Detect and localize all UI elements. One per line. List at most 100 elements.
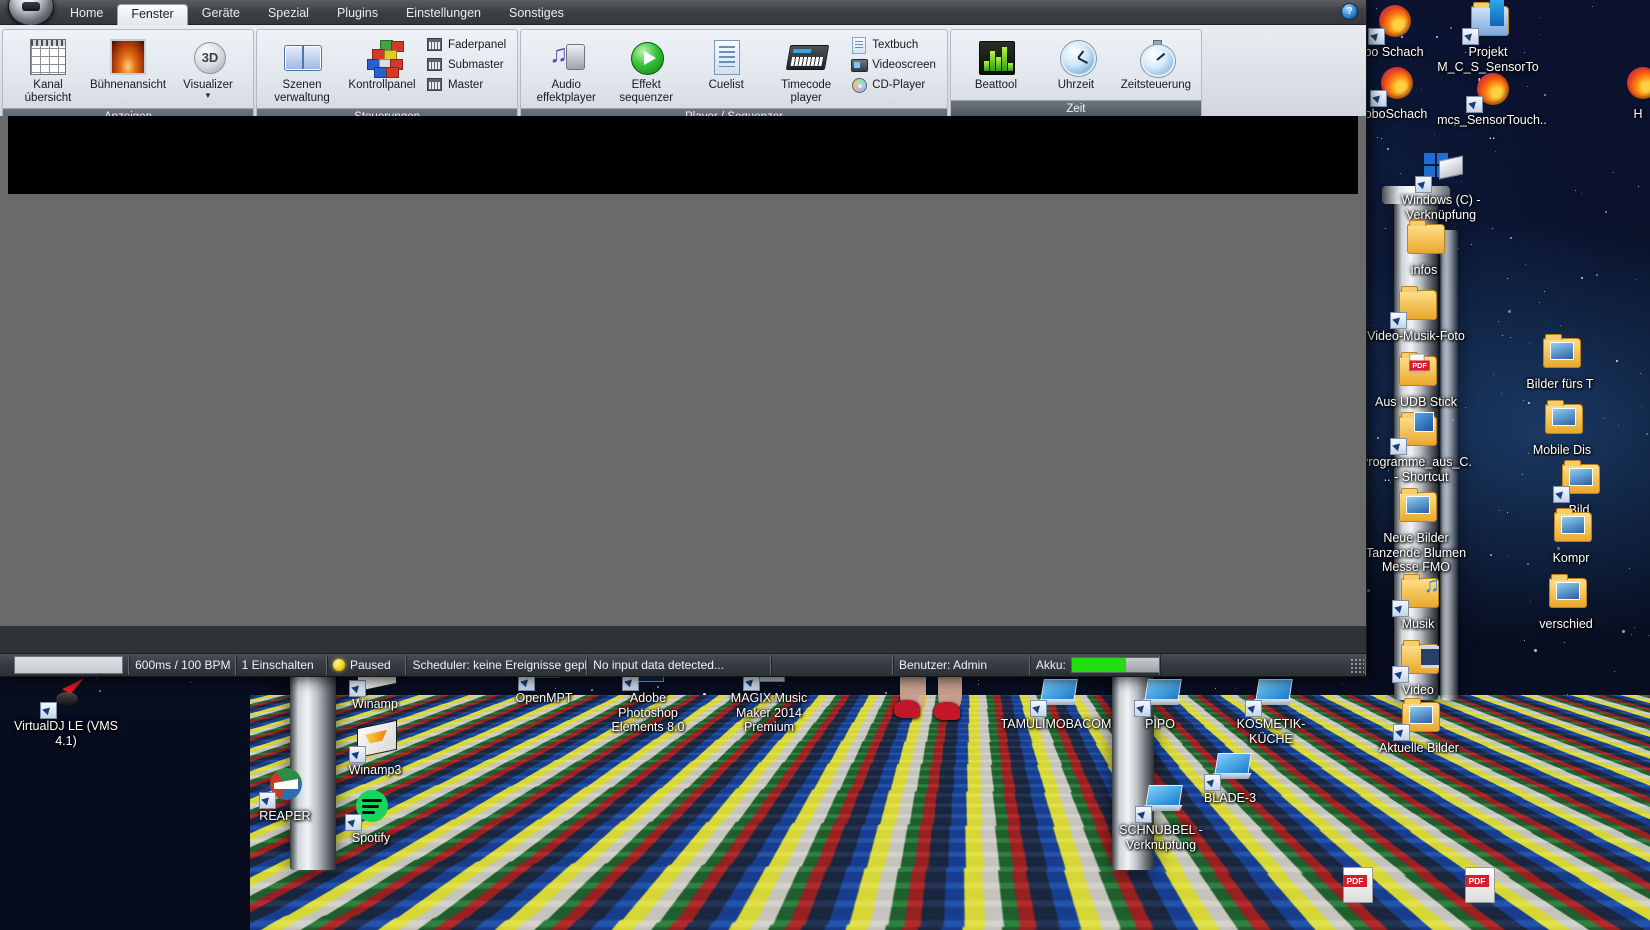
desktop-icon-label: KOSMETIK-KÜCHE bbox=[1216, 717, 1326, 746]
desktop-icon-bilder-fürs-t[interactable]: Bilder fürs T bbox=[1500, 332, 1620, 392]
desktop-icon-label: Winamp bbox=[330, 697, 420, 712]
desktop-icon-infos[interactable]: infos bbox=[1378, 218, 1470, 278]
desktop-icon-virtualdj-le-vms-4-1[interactable]: VirtualDJ LE (VMS 4.1) bbox=[14, 674, 118, 748]
application-window[interactable]: HomeFensterGeräteSpezialPluginsEinstellu… bbox=[0, 0, 1366, 676]
desktop-icon-kosmetik-küche[interactable]: KOSMETIK-KÜCHE bbox=[1216, 672, 1326, 746]
desktop-icon-windows-c-verknüpfung[interactable]: Windows (C) - Verknüpfung bbox=[1392, 148, 1490, 222]
wallpaper-shoe-b bbox=[934, 702, 960, 720]
ribbon-tab-home[interactable]: Home bbox=[56, 3, 117, 24]
folderimg-icon bbox=[1547, 506, 1595, 550]
folderimg-icon bbox=[1392, 486, 1440, 530]
ribbon-button-label: Beattool bbox=[975, 79, 1017, 92]
ribbon-tab-plugins[interactable]: Plugins bbox=[323, 3, 392, 24]
ribbon-button-label: CD-Player bbox=[872, 79, 925, 91]
desktop-icon-label: Spotify bbox=[326, 831, 416, 846]
ribbon-button-effekt-sequenzer[interactable]: Effekt sequenzer bbox=[608, 34, 684, 108]
desktop-icon-schnubbel-verknüpfung[interactable]: SCHNUBBEL - Verknüpfung bbox=[1114, 778, 1208, 852]
green-play-icon bbox=[626, 37, 666, 77]
status-scene[interactable]: 1 Einschalten bbox=[236, 655, 327, 675]
desktop-icon-reaper[interactable]: REAPER bbox=[242, 764, 328, 824]
ribbon-button-timecode-player[interactable]: Timecode player bbox=[768, 34, 844, 108]
desktop-icon-kompr[interactable]: Kompr bbox=[1516, 506, 1626, 566]
desktop-icon-item-33[interactable] bbox=[1452, 862, 1506, 907]
status-spacer[interactable] bbox=[771, 655, 893, 675]
ribbon-button-label: Kanal úbersicht bbox=[25, 79, 72, 105]
desktop-icon-video-musik-foto[interactable]: Video-Musik-Foto bbox=[1362, 284, 1470, 344]
ribbon-button-faderpanel[interactable]: Faderpanel bbox=[424, 36, 510, 53]
ribbon-button-kanal-bersicht[interactable]: Kanal úbersicht bbox=[10, 34, 86, 108]
ribbon-tab-fenster[interactable]: Fenster bbox=[117, 4, 187, 25]
ribbon-tab-strip[interactable]: HomeFensterGeräteSpezialPluginsEinstellu… bbox=[0, 0, 1366, 25]
desktop-icon-label: Aktuelle Bilder bbox=[1370, 741, 1468, 756]
shortcut-arrow-icon bbox=[1134, 700, 1151, 717]
folderpdf-icon bbox=[1392, 350, 1440, 394]
ribbon-button-bühnenansicht[interactable]: Bühnenansicht bbox=[90, 34, 166, 95]
ribbon-tab-sonstiges[interactable]: Sonstiges bbox=[495, 3, 578, 24]
status-tempo[interactable]: 600ms / 100 BPM bbox=[129, 655, 236, 675]
spotify-icon bbox=[347, 786, 395, 830]
shortcut-arrow-icon bbox=[1553, 486, 1570, 503]
ribbon-button-zeitsteuerung[interactable]: Zeitsteuerung bbox=[1118, 34, 1194, 95]
status-progress-bar bbox=[0, 655, 129, 675]
status-user[interactable]: Benutzer: Admin bbox=[893, 655, 1030, 675]
desktop-icon-h[interactable]: H bbox=[1618, 62, 1650, 122]
desktop-icon-neue-bilder-tanzende-blumen-messe-fmo[interactable]: Neue Bilder Tanzende Blumen Messe FMO bbox=[1358, 486, 1474, 575]
status-input[interactable]: No input data detected... bbox=[587, 655, 771, 675]
shortcut-arrow-icon bbox=[349, 746, 366, 763]
desktop-icon-label: Programme_aus_C... - Shortcut bbox=[1360, 455, 1472, 484]
rocket-icon bbox=[42, 674, 90, 718]
desktop-icon-musik[interactable]: ♫Musik bbox=[1378, 572, 1458, 632]
ribbon-button-master[interactable]: Master bbox=[424, 76, 510, 93]
shortcut-arrow-icon bbox=[1392, 600, 1409, 617]
status-led-icon bbox=[333, 659, 345, 671]
ribbon-button-beattool[interactable]: Beattool bbox=[958, 34, 1034, 95]
desktop-icon-pipo[interactable]: PIPO bbox=[1118, 672, 1202, 732]
ribbon-button-cuelist[interactable]: Cuelist bbox=[688, 34, 764, 95]
monitor-icon bbox=[1032, 672, 1080, 716]
folderimg-icon bbox=[1538, 398, 1586, 442]
resize-grip[interactable] bbox=[1350, 658, 1364, 674]
ribbon-button-label: Kontrollpanel bbox=[348, 79, 415, 92]
folderimg-icon bbox=[1542, 572, 1590, 616]
status-transport[interactable]: Paused bbox=[327, 655, 407, 675]
desktop-icon-spotify[interactable]: Spotify bbox=[326, 786, 416, 846]
beat-equalizer-icon bbox=[976, 37, 1016, 77]
status-scheduler[interactable]: Scheduler: keine Ereignisse geplant... bbox=[406, 655, 587, 675]
ribbon-tab-einstellungen[interactable]: Einstellungen bbox=[392, 3, 495, 24]
ribbon-button-kontrollpanel[interactable]: Kontrollpanel bbox=[344, 34, 420, 95]
ribbon-button-submaster[interactable]: Submaster bbox=[424, 56, 510, 73]
desktop-icon-tamulimobacom[interactable]: TAMULIMOBACOM bbox=[1000, 672, 1112, 732]
status-bar[interactable]: 600ms / 100 BPM1 EinschaltenPausedSchedu… bbox=[0, 653, 1366, 676]
desktop-icon-mcs-sensortouch[interactable]: mcs_SensorTouch.... bbox=[1436, 68, 1548, 142]
desktop-icon-mobile-dis[interactable]: Mobile Dis bbox=[1502, 398, 1622, 458]
help-icon[interactable]: ? bbox=[1341, 3, 1358, 20]
desktop-icon-label: Winamp3 bbox=[330, 763, 420, 778]
app-menu-orb-button[interactable] bbox=[8, 0, 54, 26]
desktop-icon-label: MAGIX Music Maker 2014 Premium bbox=[712, 691, 826, 735]
desktop-icon-item-32[interactable] bbox=[1330, 862, 1384, 907]
ribbon-button-visualizer[interactable]: 3DVisualizer▼ bbox=[170, 34, 246, 102]
ribbon-group-zeit: BeattoolUhrzeitZeitsteuerungZeit bbox=[950, 29, 1202, 118]
desktop-icon-label: Musik bbox=[1378, 617, 1458, 632]
desktop-icon-aktuelle-bilder[interactable]: Aktuelle Bilder bbox=[1370, 696, 1468, 756]
desktop-icon-label: SCHNUBBEL - Verknüpfung bbox=[1114, 823, 1208, 852]
ribbon-tab-ger-te[interactable]: Geräte bbox=[188, 3, 254, 24]
ribbon-button-label: Cuelist bbox=[709, 79, 744, 92]
desktop-icon-verschied[interactable]: verschied bbox=[1506, 572, 1626, 632]
ribbon-button-cd-player[interactable]: CD-Player bbox=[848, 76, 940, 93]
ribbon[interactable]: Kanal úbersicht Bühnenansicht3DVisualizer… bbox=[0, 25, 1366, 121]
ribbon-button-szenen-verwaltung[interactable]: Szenen verwaltung bbox=[264, 34, 340, 108]
ribbon-tab-spezial[interactable]: Spezial bbox=[254, 3, 323, 24]
shortcut-arrow-icon bbox=[1390, 438, 1407, 455]
desktop-icon-label: VirtualDJ LE (VMS 4.1) bbox=[14, 719, 118, 748]
ribbon-button-videoscreen[interactable]: Videoscreen bbox=[848, 56, 940, 73]
status-tail[interactable] bbox=[1160, 655, 1366, 675]
ribbon-button-uhrzeit[interactable]: Uhrzeit bbox=[1038, 34, 1114, 95]
desktop-icon-aus-udb-stick[interactable]: Aus UDB Stick bbox=[1368, 350, 1464, 410]
ribbon-button-textbuch[interactable]: Textbuch bbox=[848, 36, 940, 53]
desktop-icon-winamp3[interactable]: Winamp3 bbox=[330, 718, 420, 778]
desktop-icon-programme-aus-c-shortcut[interactable]: Programme_aus_C... - Shortcut bbox=[1360, 410, 1472, 484]
chevron-down-icon[interactable]: ▼ bbox=[204, 92, 212, 99]
ribbon-button-audio-effektplayer[interactable]: ♫Audio effektplayer bbox=[528, 34, 604, 108]
desktop-icon-video[interactable]: Video bbox=[1378, 638, 1458, 698]
